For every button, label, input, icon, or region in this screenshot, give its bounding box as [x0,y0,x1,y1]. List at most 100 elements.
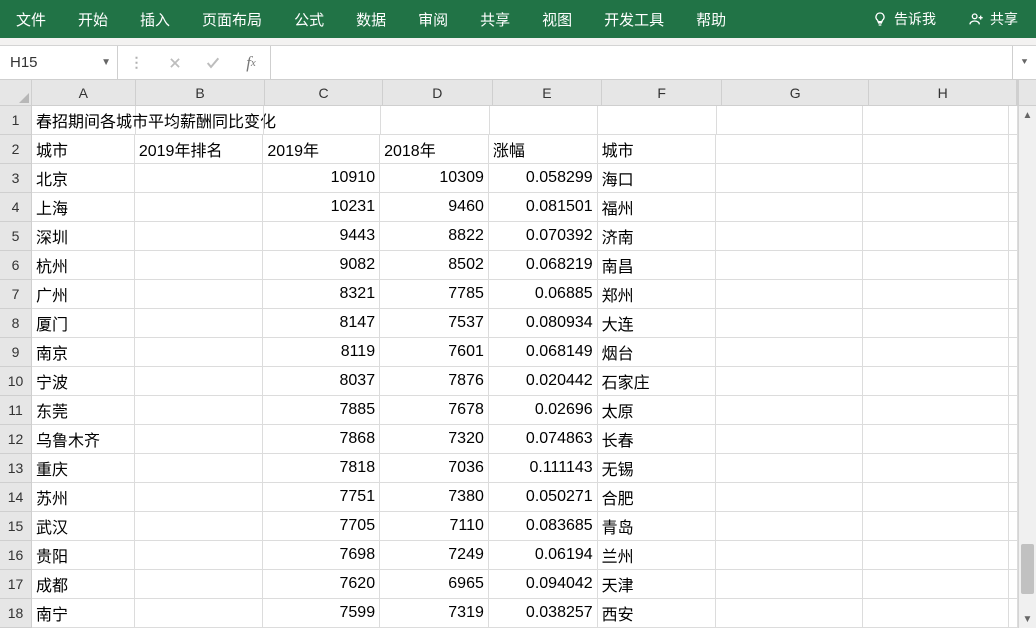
scroll-up-icon[interactable]: ▲ [1019,106,1036,124]
row-header-7[interactable]: 7 [0,280,31,309]
cell-F1[interactable] [598,106,717,135]
row-header-10[interactable]: 10 [0,367,31,396]
cell-B16[interactable] [135,541,264,570]
cell-E7[interactable]: 0.06885 [489,280,598,309]
row-header-13[interactable]: 13 [0,454,31,483]
ribbon-tab-7[interactable]: 共享 [464,0,526,38]
cell-H18[interactable] [863,599,1009,628]
cancel-icon[interactable] [156,46,194,79]
cell-C17[interactable]: 7620 [263,570,380,599]
cell-D5[interactable]: 8822 [380,222,489,251]
cell-F6[interactable]: 南昌 [598,251,717,280]
cell-G10[interactable] [716,367,862,396]
row-header-4[interactable]: 4 [0,193,31,222]
row-header-9[interactable]: 9 [0,338,31,367]
cell-C6[interactable]: 9082 [263,251,380,280]
cell-C1[interactable] [264,106,381,135]
ribbon-tab-4[interactable]: 公式 [278,0,340,38]
ribbon-tab-5[interactable]: 数据 [340,0,402,38]
cell-F17[interactable]: 天津 [598,570,717,599]
cell-B18[interactable] [135,599,264,628]
cell-B12[interactable] [135,425,264,454]
cell-G8[interactable] [716,309,862,338]
cell-C5[interactable]: 9443 [263,222,380,251]
cell-A3[interactable]: 北京 [32,164,135,193]
cell-H8[interactable] [863,309,1009,338]
select-all-corner[interactable] [0,80,32,106]
cell-E16[interactable]: 0.06194 [489,541,598,570]
cell-A7[interactable]: 广州 [32,280,135,309]
cell-C9[interactable]: 8119 [263,338,380,367]
cell-A1[interactable]: 春招期间各城市平均薪酬同比变化 [32,106,136,135]
ribbon-tab-0[interactable]: 文件 [0,0,62,38]
cell-G17[interactable] [716,570,862,599]
ribbon-tab-1[interactable]: 开始 [62,0,124,38]
cell-A12[interactable]: 乌鲁木齐 [32,425,135,454]
cell-B7[interactable] [135,280,264,309]
tell-me-button[interactable]: 告诉我 [858,9,950,29]
cell-H5[interactable] [863,222,1009,251]
cell-C10[interactable]: 8037 [263,367,380,396]
cell-C13[interactable]: 7818 [263,454,380,483]
cell-H4[interactable] [863,193,1009,222]
cell-H7[interactable] [863,280,1009,309]
cell-B1[interactable] [136,106,264,135]
cell-B10[interactable] [135,367,264,396]
row-header-18[interactable]: 18 [0,599,31,628]
cell-C3[interactable]: 10910 [263,164,380,193]
ribbon-tab-3[interactable]: 页面布局 [186,0,278,38]
cell-E10[interactable]: 0.020442 [489,367,598,396]
cell-E1[interactable] [490,106,599,135]
cell-D11[interactable]: 7678 [380,396,489,425]
cell-A16[interactable]: 贵阳 [32,541,135,570]
name-box[interactable]: H15 ▼ [0,46,118,79]
column-header-F[interactable]: F [602,80,722,105]
cell-H9[interactable] [863,338,1009,367]
cell-D7[interactable]: 7785 [380,280,489,309]
ribbon-tab-10[interactable]: 帮助 [680,0,742,38]
cell-H15[interactable] [863,512,1009,541]
cell-C15[interactable]: 7705 [263,512,380,541]
cell-A13[interactable]: 重庆 [32,454,135,483]
share-button[interactable]: 共享 [950,9,1036,29]
cell-B9[interactable] [135,338,264,367]
fx-icon[interactable]: fx [232,46,270,79]
cell-C8[interactable]: 8147 [263,309,380,338]
cell-B4[interactable] [135,193,264,222]
cell-D17[interactable]: 6965 [380,570,489,599]
cell-E13[interactable]: 0.111143 [489,454,598,483]
cell-D2[interactable]: 2018年 [380,135,489,164]
ribbon-tab-8[interactable]: 视图 [526,0,588,38]
formula-expand-icon[interactable]: ⯆ [1012,46,1036,79]
cell-A17[interactable]: 成都 [32,570,135,599]
cell-A18[interactable]: 南宁 [32,599,135,628]
row-header-17[interactable]: 17 [0,570,31,599]
cell-E3[interactable]: 0.058299 [489,164,598,193]
cell-E12[interactable]: 0.074863 [489,425,598,454]
scroll-thumb[interactable] [1021,544,1034,594]
ribbon-tab-6[interactable]: 审阅 [402,0,464,38]
cell-C16[interactable]: 7698 [263,541,380,570]
cell-C2[interactable]: 2019年 [263,135,380,164]
cell-G11[interactable] [716,396,862,425]
cell-F4[interactable]: 福州 [598,193,717,222]
cell-H12[interactable] [863,425,1009,454]
cell-H10[interactable] [863,367,1009,396]
column-header-B[interactable]: B [136,80,266,105]
cell-F3[interactable]: 海口 [598,164,717,193]
row-header-1[interactable]: 1 [0,106,31,135]
cell-A14[interactable]: 苏州 [32,483,135,512]
cell-A8[interactable]: 厦门 [32,309,135,338]
cell-F12[interactable]: 长春 [598,425,717,454]
cell-H3[interactable] [863,164,1009,193]
more-icon[interactable]: ⋮ [118,46,156,79]
cell-F13[interactable]: 无锡 [598,454,717,483]
cell-B13[interactable] [135,454,264,483]
cell-G2[interactable] [716,135,862,164]
cell-G18[interactable] [716,599,862,628]
column-header-E[interactable]: E [493,80,603,105]
row-header-6[interactable]: 6 [0,251,31,280]
cell-G15[interactable] [716,512,862,541]
cell-F15[interactable]: 青岛 [598,512,717,541]
ribbon-tab-9[interactable]: 开发工具 [588,0,680,38]
